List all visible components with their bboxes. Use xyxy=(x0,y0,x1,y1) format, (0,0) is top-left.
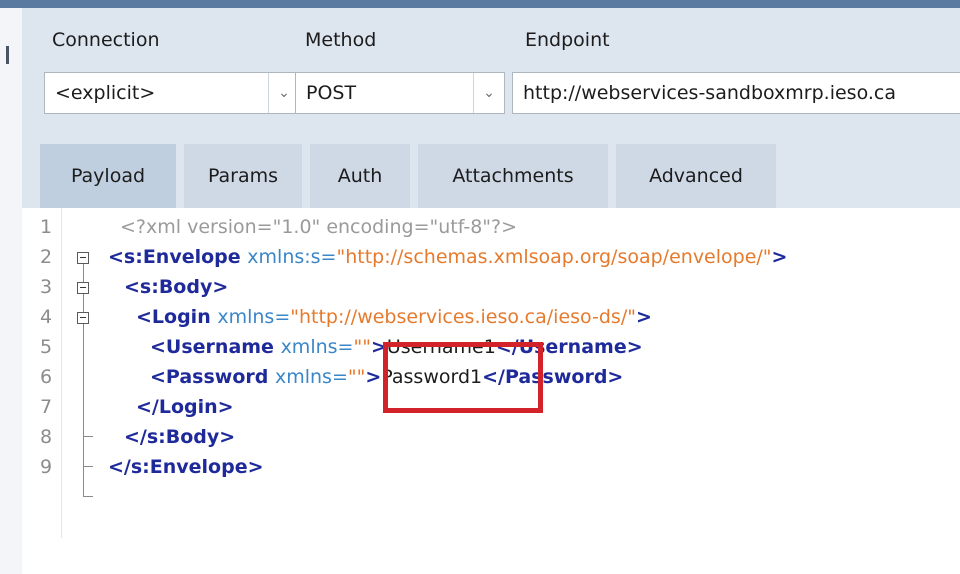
xml-tag: > xyxy=(771,246,788,268)
xml-attribute: xmlns= xyxy=(280,336,354,358)
xml-attribute: xmlns= xyxy=(274,366,348,388)
connection-label: Connection xyxy=(52,29,160,51)
code-line-9: </s:Envelope> xyxy=(108,452,264,482)
endpoint-value: http://webservices-sandboxmrp.ieso.ca xyxy=(523,82,897,104)
endpoint-label: Endpoint xyxy=(525,29,610,51)
request-panel: Connection Method Endpoint <explicit> ⌄ … xyxy=(22,8,960,574)
connection-bar: Connection Method Endpoint <explicit> ⌄ … xyxy=(22,8,960,130)
collapse-icon[interactable] xyxy=(77,252,89,264)
line-number: 1 xyxy=(40,216,53,238)
fold-guide xyxy=(83,496,93,497)
method-value: POST xyxy=(306,82,357,104)
line-number: 4 xyxy=(40,306,53,328)
tab-bar: Payload Params Auth Attachments Advanced xyxy=(22,130,960,208)
code-line-7: </Login> xyxy=(136,392,234,422)
tab-attachments[interactable]: Attachments xyxy=(418,144,608,208)
endpoint-input[interactable]: http://webservices-sandboxmrp.ieso.ca xyxy=(512,72,960,114)
xml-tag: <Password xyxy=(150,366,275,388)
line-number: 2 xyxy=(40,246,53,268)
tab-auth[interactable]: Auth xyxy=(310,144,410,208)
code-line-4: <Login xmlns="http://webservices.ieso.ca… xyxy=(136,302,652,332)
code-line-3: <s:Body> xyxy=(124,272,228,302)
code-line-2: <s:Envelope xmlns:s="http://schemas.xmls… xyxy=(108,242,787,272)
xml-tag: > xyxy=(635,306,652,328)
xml-tag: </s:Envelope> xyxy=(108,456,264,478)
xml-tag: <Login xyxy=(136,306,218,328)
method-select[interactable]: POST ⌄ xyxy=(295,72,505,114)
chevron-down-icon[interactable]: ⌄ xyxy=(473,73,504,113)
connection-value: <explicit> xyxy=(55,82,156,104)
tab-params[interactable]: Params xyxy=(184,144,302,208)
xml-declaration: <?xml version="1.0" encoding="utf-8"?> xyxy=(120,216,518,238)
xml-attribute-value: "http://schemas.xmlsoap.org/soap/envelop… xyxy=(336,246,772,268)
collapse-icon[interactable] xyxy=(77,282,89,294)
sidebar-marker xyxy=(6,46,9,64)
xml-attribute: xmlns= xyxy=(217,306,291,328)
left-sidebar-strip xyxy=(0,8,22,574)
line-number: 9 xyxy=(40,456,53,478)
xml-tag: </Login> xyxy=(136,396,234,418)
xml-tag: <Username xyxy=(150,336,281,358)
fold-guide xyxy=(83,436,93,437)
gutter-separator xyxy=(61,208,62,538)
fold-guide xyxy=(83,264,84,496)
collapse-icon[interactable] xyxy=(77,312,89,324)
xml-attribute: xmlns:s= xyxy=(247,246,337,268)
credentials-highlight-box xyxy=(383,342,543,413)
tab-advanced[interactable]: Advanced xyxy=(616,144,776,208)
tab-payload[interactable]: Payload xyxy=(40,144,176,208)
xml-tag: </s:Body> xyxy=(124,426,236,448)
line-number: 5 xyxy=(40,336,53,358)
fold-guide xyxy=(83,466,93,467)
xml-tag: <s:Body> xyxy=(124,276,229,298)
line-number: 3 xyxy=(40,276,53,298)
xml-tag: > xyxy=(365,366,382,388)
connection-select[interactable]: <explicit> ⌄ xyxy=(44,72,300,114)
code-line-1: <?xml version="1.0" encoding="utf-8"?> xyxy=(120,212,517,242)
xml-attribute-value: "" xyxy=(347,366,366,388)
line-number: 7 xyxy=(40,396,53,418)
xml-attribute-value: "http://webservices.ieso.ca/ieso-ds/" xyxy=(290,306,636,328)
window-top-border xyxy=(0,0,960,8)
xml-tag: <s:Envelope xyxy=(108,246,248,268)
method-label: Method xyxy=(305,29,377,51)
line-number: 6 xyxy=(40,366,53,388)
code-line-8: </s:Body> xyxy=(124,422,235,452)
line-number: 8 xyxy=(40,426,53,448)
xml-attribute-value: "" xyxy=(353,336,371,358)
